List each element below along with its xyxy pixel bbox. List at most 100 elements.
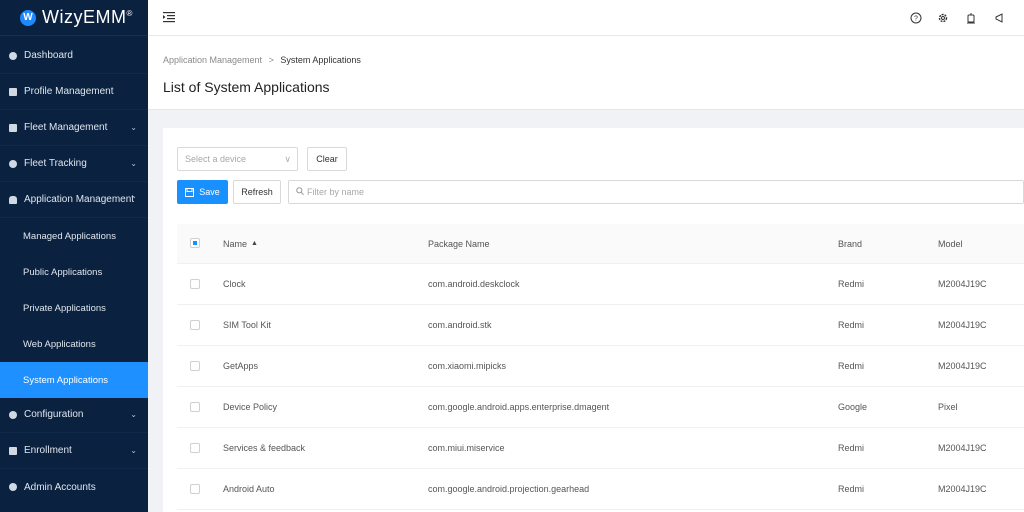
- profile-icon: [9, 87, 17, 96]
- table-row[interactable]: Android Auto com.google.android.projecti…: [177, 469, 1024, 510]
- sidebar-subitem-private-applications[interactable]: Private Applications: [0, 290, 148, 326]
- cell-model: M2004J19C: [938, 484, 987, 494]
- column-header-brand: Brand: [838, 238, 863, 249]
- sidebar-item-label: Configuration: [24, 409, 84, 420]
- android-icon: [9, 195, 17, 204]
- cell-brand: Redmi: [838, 443, 865, 453]
- row-checkbox[interactable]: [190, 443, 200, 453]
- row-checkbox[interactable]: [190, 361, 200, 371]
- menu-fold-icon[interactable]: [163, 11, 175, 23]
- logo-icon: W: [20, 9, 36, 26]
- select-all-checkbox[interactable]: [190, 238, 200, 248]
- sidebar-subitem-managed-applications[interactable]: Managed Applications: [0, 218, 148, 254]
- page-title: List of System Applications: [163, 79, 330, 95]
- cell-model: Pixel: [938, 402, 958, 412]
- cell-name: Device Policy: [223, 402, 278, 412]
- sort-icon[interactable]: ▲: [251, 240, 258, 247]
- chevron-down-icon: ⌄: [130, 123, 137, 132]
- sidebar-item-profile-management[interactable]: Profile Management: [0, 74, 148, 110]
- sidebar-item-label: Application Management: [24, 194, 135, 205]
- sidebar-subitem-label: Web Applications: [23, 338, 96, 350]
- breadcrumb-separator: >: [268, 55, 274, 65]
- row-checkbox[interactable]: [190, 402, 200, 412]
- sidebar-subitem-label: System Applications: [23, 374, 109, 386]
- sidebar-subitem-web-applications[interactable]: Web Applications: [0, 326, 148, 362]
- device-select[interactable]: Select a device ∨: [177, 147, 298, 171]
- column-header-package: Package Name: [428, 238, 490, 249]
- filter-input[interactable]: Filter by name: [288, 180, 1024, 204]
- chevron-up-icon: ⌃: [130, 195, 137, 204]
- content-card: Select a device ∨ Clear Save Refresh Fil…: [163, 128, 1024, 512]
- sidebar-subitem-label: Managed Applications: [23, 230, 116, 242]
- cell-brand: Redmi: [838, 320, 865, 330]
- table-row[interactable]: GetApps com.xiaomi.mipicks Redmi M2004J1…: [177, 346, 1024, 387]
- dashboard-icon: [9, 51, 17, 60]
- sidebar-item-label: Fleet Tracking: [24, 158, 87, 169]
- cell-model: M2004J19C: [938, 361, 987, 371]
- sidebar-item-admin-accounts[interactable]: Admin Accounts: [0, 469, 148, 505]
- sidebar: W WizyEMM® Dashboard Profile Management …: [0, 0, 148, 512]
- sidebar-item-fleet-tracking[interactable]: Fleet Tracking ⌄: [0, 146, 148, 182]
- row-checkbox[interactable]: [190, 279, 200, 289]
- sidebar-item-enrollment[interactable]: Enrollment ⌄: [0, 433, 148, 469]
- cell-model: M2004J19C: [938, 279, 987, 289]
- column-header-model: Model: [938, 238, 963, 249]
- svg-text:?: ?: [914, 15, 918, 22]
- announcement-icon[interactable]: [993, 11, 1006, 24]
- column-header-name[interactable]: Name ▲: [223, 224, 258, 263]
- gear-icon: [9, 410, 17, 419]
- sidebar-item-label: Profile Management: [24, 86, 114, 97]
- fleet-icon: [9, 123, 17, 132]
- clear-button[interactable]: Clear: [307, 147, 347, 171]
- cell-name: Android Auto: [223, 484, 275, 494]
- breadcrumb-parent[interactable]: Application Management: [163, 55, 262, 65]
- logo[interactable]: W WizyEMM®: [0, 0, 148, 36]
- table-row[interactable]: Device Policy com.google.android.apps.en…: [177, 387, 1024, 428]
- cell-brand: Redmi: [838, 361, 865, 371]
- breadcrumb-current: System Applications: [280, 55, 361, 65]
- table-row[interactable]: Services & feedback com.miui.miservice R…: [177, 428, 1024, 469]
- sidebar-subitem-label: Public Applications: [23, 266, 103, 278]
- filter-placeholder: Filter by name: [307, 187, 365, 197]
- topbar: ?: [148, 0, 1024, 36]
- sidebar-subitem-public-applications[interactable]: Public Applications: [0, 254, 148, 290]
- save-button-label: Save: [199, 187, 220, 197]
- cell-model: M2004J19C: [938, 320, 987, 330]
- save-icon: [185, 187, 195, 197]
- cell-name: Clock: [223, 279, 246, 289]
- cell-package: com.miui.miservice: [428, 443, 505, 453]
- sidebar-item-dashboard[interactable]: Dashboard: [0, 38, 148, 74]
- sidebar-item-label: Enrollment: [24, 445, 72, 456]
- sidebar-subitem-label: Private Applications: [23, 302, 106, 314]
- cell-package: com.google.android.projection.gearhead: [428, 484, 590, 494]
- device-select-placeholder: Select a device: [185, 154, 247, 164]
- sidebar-item-label: Admin Accounts: [24, 481, 96, 493]
- cell-name: GetApps: [223, 361, 259, 371]
- save-button[interactable]: Save: [177, 180, 228, 204]
- chevron-down-icon: ⌄: [130, 159, 137, 168]
- cell-brand: Google: [838, 402, 868, 412]
- row-checkbox[interactable]: [190, 320, 200, 330]
- page-header: Application Management > System Applicat…: [148, 36, 1024, 110]
- sidebar-item-application-management[interactable]: Application Management ⌃: [0, 182, 148, 218]
- help-icon[interactable]: ?: [909, 11, 922, 24]
- refresh-button[interactable]: Refresh: [233, 180, 281, 204]
- chevron-down-icon: ⌄: [130, 446, 137, 455]
- sidebar-item-configuration[interactable]: Configuration ⌄: [0, 397, 148, 433]
- logo-text: WizyEMM®: [42, 7, 133, 27]
- notification-icon[interactable]: [964, 11, 977, 24]
- sidebar-item-fleet-management[interactable]: Fleet Management ⌄: [0, 110, 148, 146]
- cell-model: M2004J19C: [938, 443, 987, 453]
- enrollment-icon: [9, 446, 17, 455]
- sidebar-item-label: Dashboard: [24, 50, 73, 61]
- table-header: Name ▲ Package Name Brand Model: [177, 224, 1024, 264]
- row-checkbox[interactable]: [190, 484, 200, 494]
- table-row[interactable]: SIM Tool Kit com.android.stk Redmi M2004…: [177, 305, 1024, 346]
- cell-brand: Redmi: [838, 484, 865, 494]
- cell-package: com.xiaomi.mipicks: [428, 361, 507, 371]
- settings-icon[interactable]: [936, 11, 949, 24]
- search-icon: [296, 187, 304, 198]
- cell-brand: Redmi: [838, 279, 865, 289]
- table-row[interactable]: Clock com.android.deskclock Redmi M2004J…: [177, 264, 1024, 305]
- sidebar-subitem-system-applications[interactable]: System Applications: [0, 362, 148, 398]
